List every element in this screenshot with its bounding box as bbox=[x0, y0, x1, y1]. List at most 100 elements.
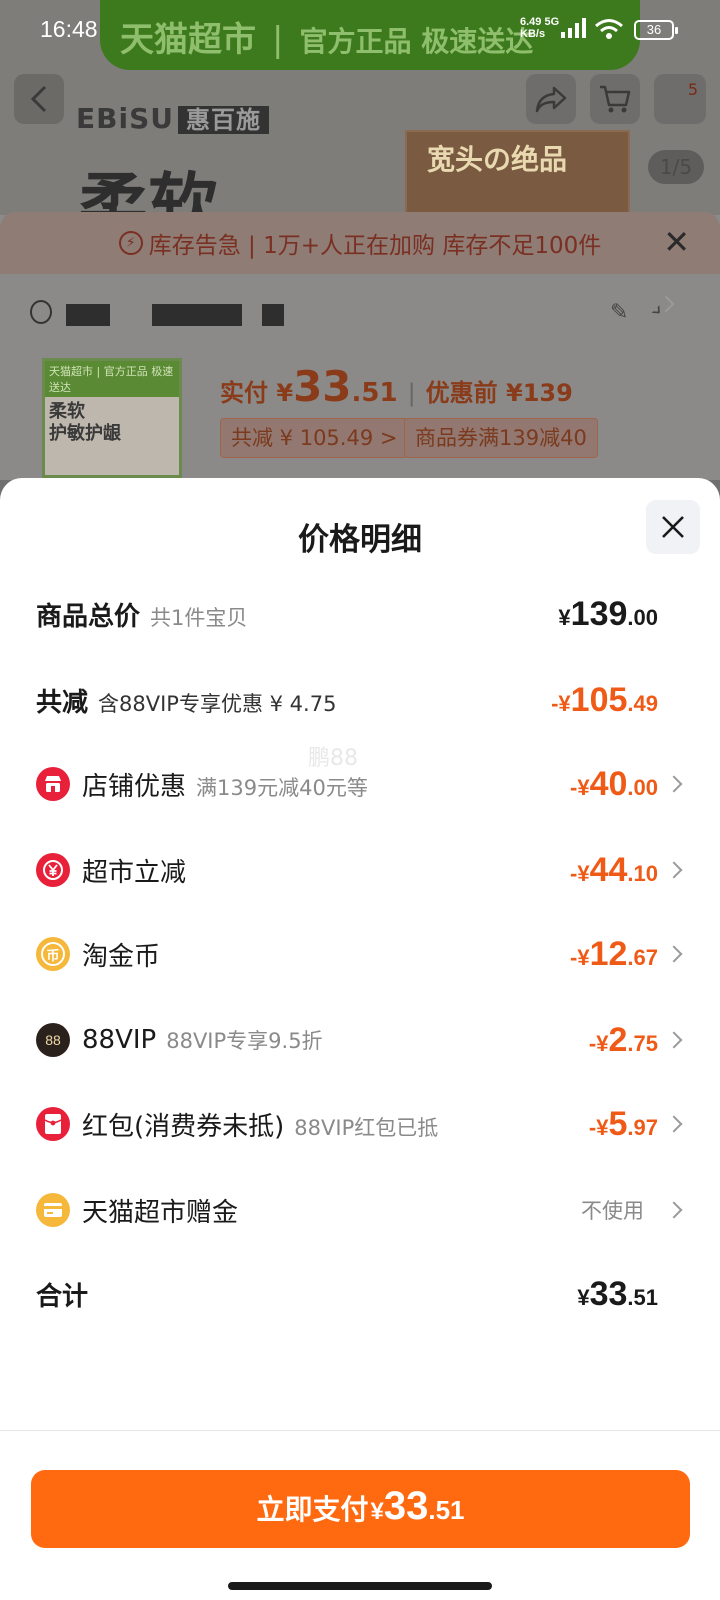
product-box-image: 宽头の绝品 bbox=[405, 130, 630, 215]
label-text: 合计 bbox=[36, 1281, 89, 1312]
row-total: 合计 ¥33.51 bbox=[0, 1264, 720, 1324]
battery-icon: 36 bbox=[634, 20, 678, 40]
amount-dec: .00 bbox=[627, 604, 658, 630]
chevron-right-icon: › bbox=[645, 295, 675, 324]
amount-int: 33 bbox=[589, 1274, 628, 1313]
share-button[interactable] bbox=[526, 74, 576, 124]
sheet-title: 价格明细 bbox=[298, 522, 422, 558]
amount-int: 2 bbox=[608, 1020, 628, 1059]
pay-currency: ¥ bbox=[276, 379, 294, 407]
status-bar: 16:48 6.49 5G KB/s 36 bbox=[0, 0, 720, 60]
row-sub: 88VIP专享9.5折 bbox=[166, 1029, 323, 1053]
chevron-right-icon bbox=[665, 1201, 683, 1219]
pay-int: 33 bbox=[293, 362, 352, 411]
row-sub: 88VIP红包已抵 bbox=[294, 1115, 439, 1140]
edit-icon[interactable]: ✎ bbox=[610, 300, 628, 325]
sku-sheet-close-button[interactable]: ✕ bbox=[663, 226, 690, 258]
redacted-block bbox=[152, 304, 242, 326]
not-used-value: 不使用 bbox=[581, 1199, 644, 1223]
amount-int: 5 bbox=[608, 1104, 628, 1143]
store-icon bbox=[36, 767, 70, 801]
row-amount: -¥40.00 bbox=[570, 765, 658, 804]
chevron-right-icon bbox=[665, 945, 683, 963]
back-button[interactable] bbox=[14, 74, 64, 124]
row-amount: -¥5.97 bbox=[589, 1105, 658, 1144]
row-tmall-gift-credit[interactable]: 天猫超市赠金 不使用 bbox=[0, 1180, 720, 1240]
signal-icon bbox=[561, 18, 586, 38]
image-counter: 1/5 bbox=[648, 150, 704, 184]
amount-int: 139 bbox=[570, 594, 628, 633]
row-taojinbi[interactable]: 币 淘金币 -¥12.67 bbox=[0, 924, 720, 984]
label-text: 天猫超市赠金 bbox=[82, 1197, 239, 1228]
amount-dec: .10 bbox=[627, 860, 658, 886]
vip-icon: 88 bbox=[36, 1023, 70, 1057]
row-label: 超市立减 bbox=[82, 852, 186, 889]
row-sub: 含88VIP专享优惠 ¥ 4.75 bbox=[98, 691, 337, 716]
cart-badge: 5 bbox=[687, 80, 698, 99]
brand-name: EBiSU bbox=[76, 102, 174, 135]
lightning-icon: ⚡ bbox=[118, 231, 143, 255]
row-amount: -¥2.75 bbox=[589, 1021, 658, 1060]
row-red-packet[interactable]: 红包(消费券未抵) 88VIP红包已抵 -¥5.97 bbox=[0, 1094, 720, 1154]
location-pin-icon bbox=[30, 300, 52, 324]
cart-button[interactable] bbox=[590, 74, 640, 124]
row-88vip[interactable]: 88 88VIP 88VIP专享9.5折 -¥2.75 bbox=[0, 1010, 720, 1070]
coupon-chip[interactable]: 商品券满139减40 bbox=[404, 418, 598, 458]
row-sub: 满139元减40元等 bbox=[196, 775, 368, 800]
chevron-right-icon bbox=[665, 1115, 683, 1133]
row-store-discount[interactable]: 店铺优惠 满139元减40元等 -¥40.00 bbox=[0, 754, 720, 814]
amount-currency: -¥ bbox=[551, 690, 571, 716]
amount-currency: -¥ bbox=[570, 774, 590, 800]
status-time: 16:48 bbox=[40, 16, 98, 42]
price-separator: | bbox=[407, 379, 416, 407]
brand-cn-name: 惠百施 bbox=[177, 106, 269, 134]
row-amount: ¥33.51 bbox=[577, 1275, 658, 1314]
row-total-discount: 共减 含88VIP专享优惠 ¥ 4.75 -¥105.49 bbox=[0, 670, 720, 730]
chevron-right-icon bbox=[665, 775, 683, 793]
yuan-discount-icon bbox=[36, 853, 70, 887]
share-icon bbox=[535, 86, 567, 113]
label-text: 红包(消费券未抵) bbox=[82, 1111, 285, 1142]
row-label: 红包(消费券未抵) 88VIP红包已抵 bbox=[82, 1106, 438, 1143]
pay-dec: .51 bbox=[351, 378, 398, 408]
sku-sheet: ⚡ 库存告急 | 1万+人正在加购 库存不足100件 ✕ ✎ › 天猫超市 | … bbox=[0, 212, 720, 480]
chevron-right-icon bbox=[665, 861, 683, 879]
chevron-right-icon bbox=[665, 1031, 683, 1049]
amount-dec: .51 bbox=[627, 1284, 658, 1310]
amount-dec: .00 bbox=[627, 774, 658, 800]
pay-now-button[interactable]: 立即支付 ¥33.51 bbox=[31, 1470, 690, 1548]
row-amount: ¥139.00 bbox=[558, 595, 658, 634]
amount-currency: -¥ bbox=[588, 1030, 609, 1056]
price-detail-sheet: 价格明细 鹏88 商品总价 共1件宝贝 ¥139.00 共减 含88VIP专享优惠 … bbox=[0, 478, 720, 1600]
gift-credit-icon bbox=[36, 1193, 70, 1227]
label-text: 超市立减 bbox=[82, 857, 187, 888]
coin-icon: 币 bbox=[36, 937, 70, 971]
background-page: 天猫超市 | 官方正品 极速送达 5 EBiSU 惠百施 柔软 宽头の绝品 1/5 ⚡… bbox=[0, 0, 720, 480]
amount-dec: .67 bbox=[627, 944, 658, 970]
label-text: 商品总价 bbox=[36, 601, 141, 632]
product-thumbnail: 天猫超市 | 官方正品 极速送达 柔软 护敏护龈 bbox=[42, 358, 182, 478]
amount-dec: .97 bbox=[627, 1114, 658, 1140]
row-market-discount[interactable]: 超市立减 -¥44.10 bbox=[0, 840, 720, 900]
stock-alert-text: 库存告急 | 1万+人正在加购 库存不足100件 bbox=[148, 233, 602, 259]
pay-button-currency: ¥ bbox=[370, 1498, 384, 1525]
amount-int: 44 bbox=[589, 850, 628, 889]
thumb-tag: 天猫超市 | 官方正品 极速送达 bbox=[45, 361, 179, 397]
address-row[interactable]: ✎ › bbox=[30, 295, 690, 330]
back-arrow-icon bbox=[30, 85, 47, 113]
label-text: 淘金币 bbox=[82, 941, 161, 972]
home-indicator[interactable] bbox=[228, 1582, 492, 1590]
thumb-text: 柔软 护敏护龈 bbox=[49, 401, 121, 444]
amount-currency: ¥ bbox=[558, 604, 571, 630]
close-button[interactable] bbox=[646, 500, 700, 554]
row-label: 合计 bbox=[36, 1276, 88, 1313]
total-saving-chip[interactable]: 共减 ¥ 105.49 > bbox=[220, 418, 409, 458]
row-sub: 共1件宝贝 bbox=[150, 605, 248, 630]
amount-int: 105 bbox=[570, 680, 628, 719]
amount-currency: -¥ bbox=[570, 944, 590, 970]
red-packet-icon bbox=[36, 1107, 70, 1141]
pay-price: 实付 ¥33.51 | 优惠前 ¥139 bbox=[220, 362, 573, 411]
more-button[interactable]: 5 bbox=[654, 74, 706, 124]
row-subtotal: 商品总价 共1件宝贝 ¥139.00 bbox=[0, 584, 720, 644]
pay-button-dec: .51 bbox=[428, 1495, 465, 1525]
